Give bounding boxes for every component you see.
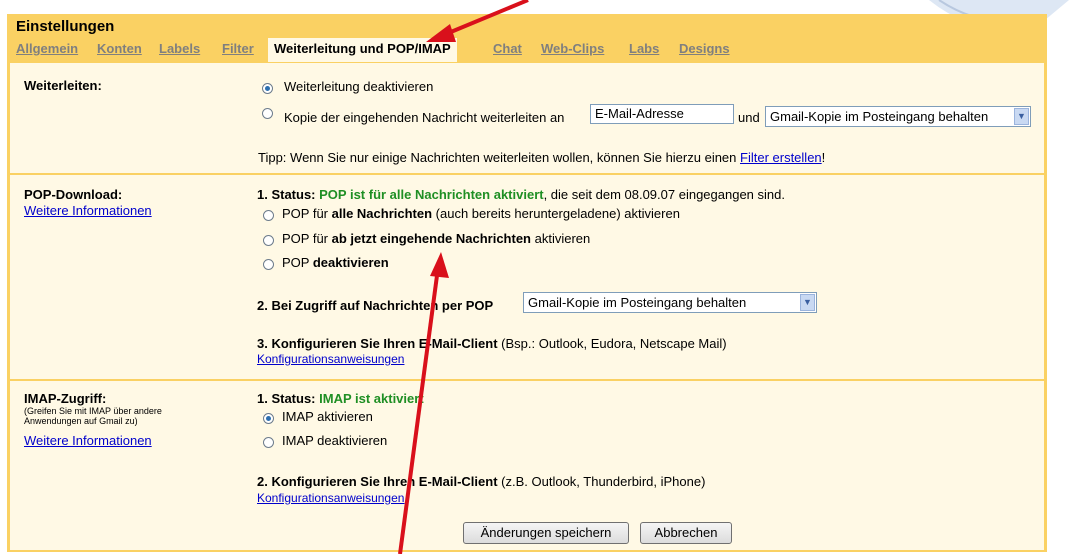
annotation-arrows bbox=[398, 0, 529, 554]
annotation-arrow-top bbox=[426, 0, 529, 42]
annotation-arrow-bottom bbox=[398, 252, 449, 554]
